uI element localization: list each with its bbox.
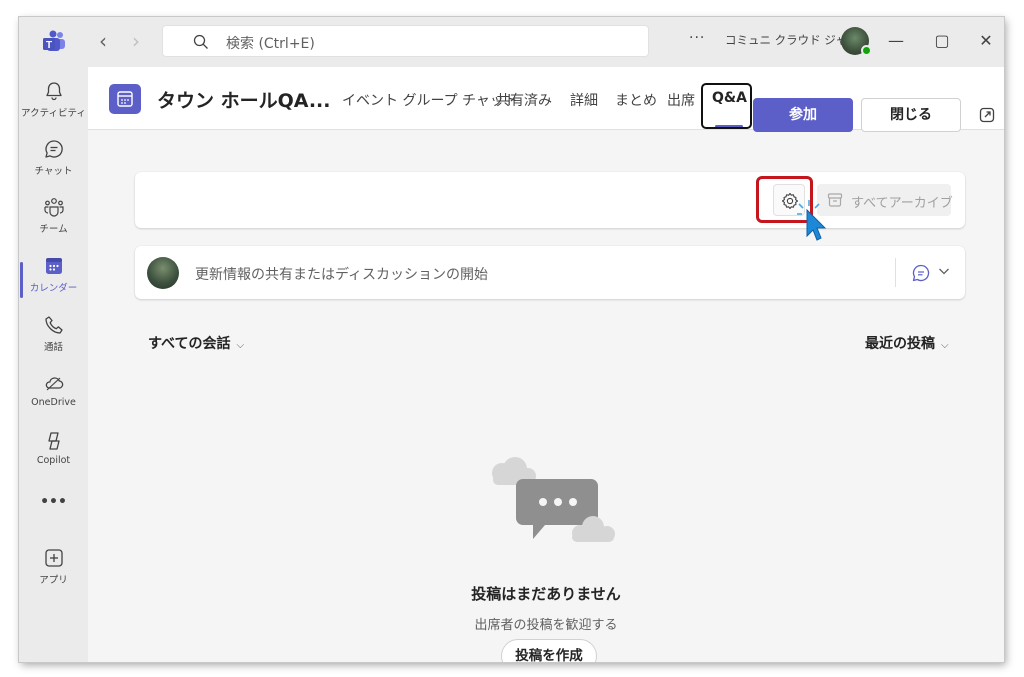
- new-post-chat-icon[interactable]: [911, 263, 931, 283]
- empty-state-title: 投稿はまだありません: [471, 585, 621, 603]
- rail-label: チーム: [39, 224, 68, 235]
- forward-arrow-icon[interactable]: ›: [132, 30, 140, 52]
- teams-logo-icon[interactable]: T: [41, 29, 67, 55]
- rail-item-activity[interactable]: アクティビティ: [19, 76, 88, 132]
- copilot-icon: [47, 432, 60, 450]
- search-placeholder: 検索 (Ctrl+E): [226, 36, 315, 52]
- chevron-down-icon[interactable]: [937, 264, 951, 278]
- back-arrow-icon[interactable]: ‹: [99, 30, 107, 52]
- sort-label: 最近の投稿: [865, 336, 935, 352]
- phone-icon: [44, 316, 63, 334]
- avatar: [147, 257, 179, 289]
- rail-item-teams[interactable]: チーム: [19, 192, 88, 248]
- teams-window: T ‹ › 検索 (Ctrl+E) ··· コミュニ クラウド ジャ... — …: [19, 17, 1004, 662]
- chevron-down-icon: ⌵: [941, 340, 949, 351]
- more-options-button[interactable]: ···: [689, 30, 705, 46]
- add-apps-icon: [44, 549, 63, 567]
- meeting-calendar-icon: [109, 84, 141, 114]
- organization-name[interactable]: コミュニ クラウド ジャ...: [725, 32, 858, 48]
- archive-all-button[interactable]: すべてアーカイブ: [817, 184, 953, 216]
- rail-label: アプリ: [39, 575, 68, 586]
- qa-toolbar-card: すべてアーカイブ: [135, 172, 965, 241]
- rail-item-calls[interactable]: 通話: [19, 310, 88, 366]
- rail-item-calendar[interactable]: カレンダー: [19, 251, 88, 307]
- create-post-button[interactable]: 投稿を作成: [501, 639, 597, 662]
- search-input[interactable]: 検索 (Ctrl+E): [162, 25, 649, 57]
- bell-icon: [45, 82, 62, 101]
- svg-text:T: T: [46, 40, 52, 51]
- compose-card[interactable]: 更新情報の共有またはディスカッションの開始: [135, 246, 965, 299]
- chat-icon: [44, 140, 63, 158]
- rail-label: アクティビティ: [21, 108, 86, 119]
- calendar-icon: [45, 258, 62, 274]
- archive-icon: [827, 193, 843, 207]
- page-title: タウン ホールQA...: [157, 90, 331, 112]
- presence-available-icon: [861, 45, 872, 56]
- archive-all-label: すべてアーカイブ: [851, 196, 953, 211]
- tab-details[interactable]: 詳細: [570, 90, 598, 110]
- divider: [895, 258, 896, 287]
- rail-label: カレンダー: [29, 283, 78, 294]
- title-bar: T ‹ › 検索 (Ctrl+E) ··· コミュニ クラウド ジャ... — …: [19, 17, 1004, 67]
- compose-placeholder[interactable]: 更新情報の共有またはディスカッションの開始: [195, 264, 488, 284]
- main-content: タウン ホールQA... イベント グループ チャット 共有済み 詳細 まとめ …: [88, 67, 1004, 662]
- tab-shared[interactable]: 共有済み: [496, 90, 552, 110]
- app-rail: アクティビティ チャット チーム カレンダー 通話 OneDrive Copil…: [19, 67, 88, 662]
- empty-state-subtitle: 出席者の投稿を歓迎する: [474, 618, 618, 633]
- cloud-icon: [45, 377, 63, 391]
- rail-label: OneDrive: [31, 397, 76, 408]
- tab-event-group-chat[interactable]: イベント グループ チャット: [342, 90, 518, 110]
- rail-item-onedrive[interactable]: OneDrive: [19, 368, 88, 424]
- minimize-button[interactable]: —: [881, 27, 911, 55]
- all-conversations-filter[interactable]: すべての会話 ⌵: [148, 333, 244, 353]
- search-icon: [193, 34, 208, 49]
- more-icon: •••: [40, 494, 67, 510]
- rail-item-chat[interactable]: チャット: [19, 134, 88, 190]
- pop-out-icon[interactable]: [979, 107, 995, 123]
- filter-label: すべての会話: [148, 336, 231, 352]
- teams-icon: [43, 198, 64, 217]
- close-window-button[interactable]: ✕: [971, 27, 1001, 55]
- join-button[interactable]: 参加: [753, 98, 853, 132]
- rail-item-more[interactable]: •••: [19, 491, 88, 547]
- rail-item-apps[interactable]: アプリ: [19, 543, 88, 599]
- tab-attendance[interactable]: 出席: [667, 90, 695, 110]
- rail-label: 通話: [43, 342, 63, 353]
- sort-recent-posts[interactable]: 最近の投稿 ⌵: [865, 333, 949, 353]
- meeting-header: タウン ホールQA... イベント グループ チャット 共有済み 詳細 まとめ …: [88, 67, 1004, 132]
- chevron-down-icon: ⌵: [236, 340, 245, 351]
- maximize-button[interactable]: ▢: [927, 27, 957, 55]
- rail-label: Copilot: [36, 455, 71, 466]
- mouse-cursor-icon: [797, 200, 827, 241]
- qa-tab-highlight-box: [701, 83, 752, 129]
- tab-recap[interactable]: まとめ: [615, 90, 657, 110]
- close-meeting-button[interactable]: 閉じる: [861, 98, 961, 132]
- rail-label: チャット: [34, 166, 73, 177]
- empty-conversation-illustration: [492, 457, 615, 542]
- rail-item-copilot[interactable]: Copilot: [19, 426, 88, 482]
